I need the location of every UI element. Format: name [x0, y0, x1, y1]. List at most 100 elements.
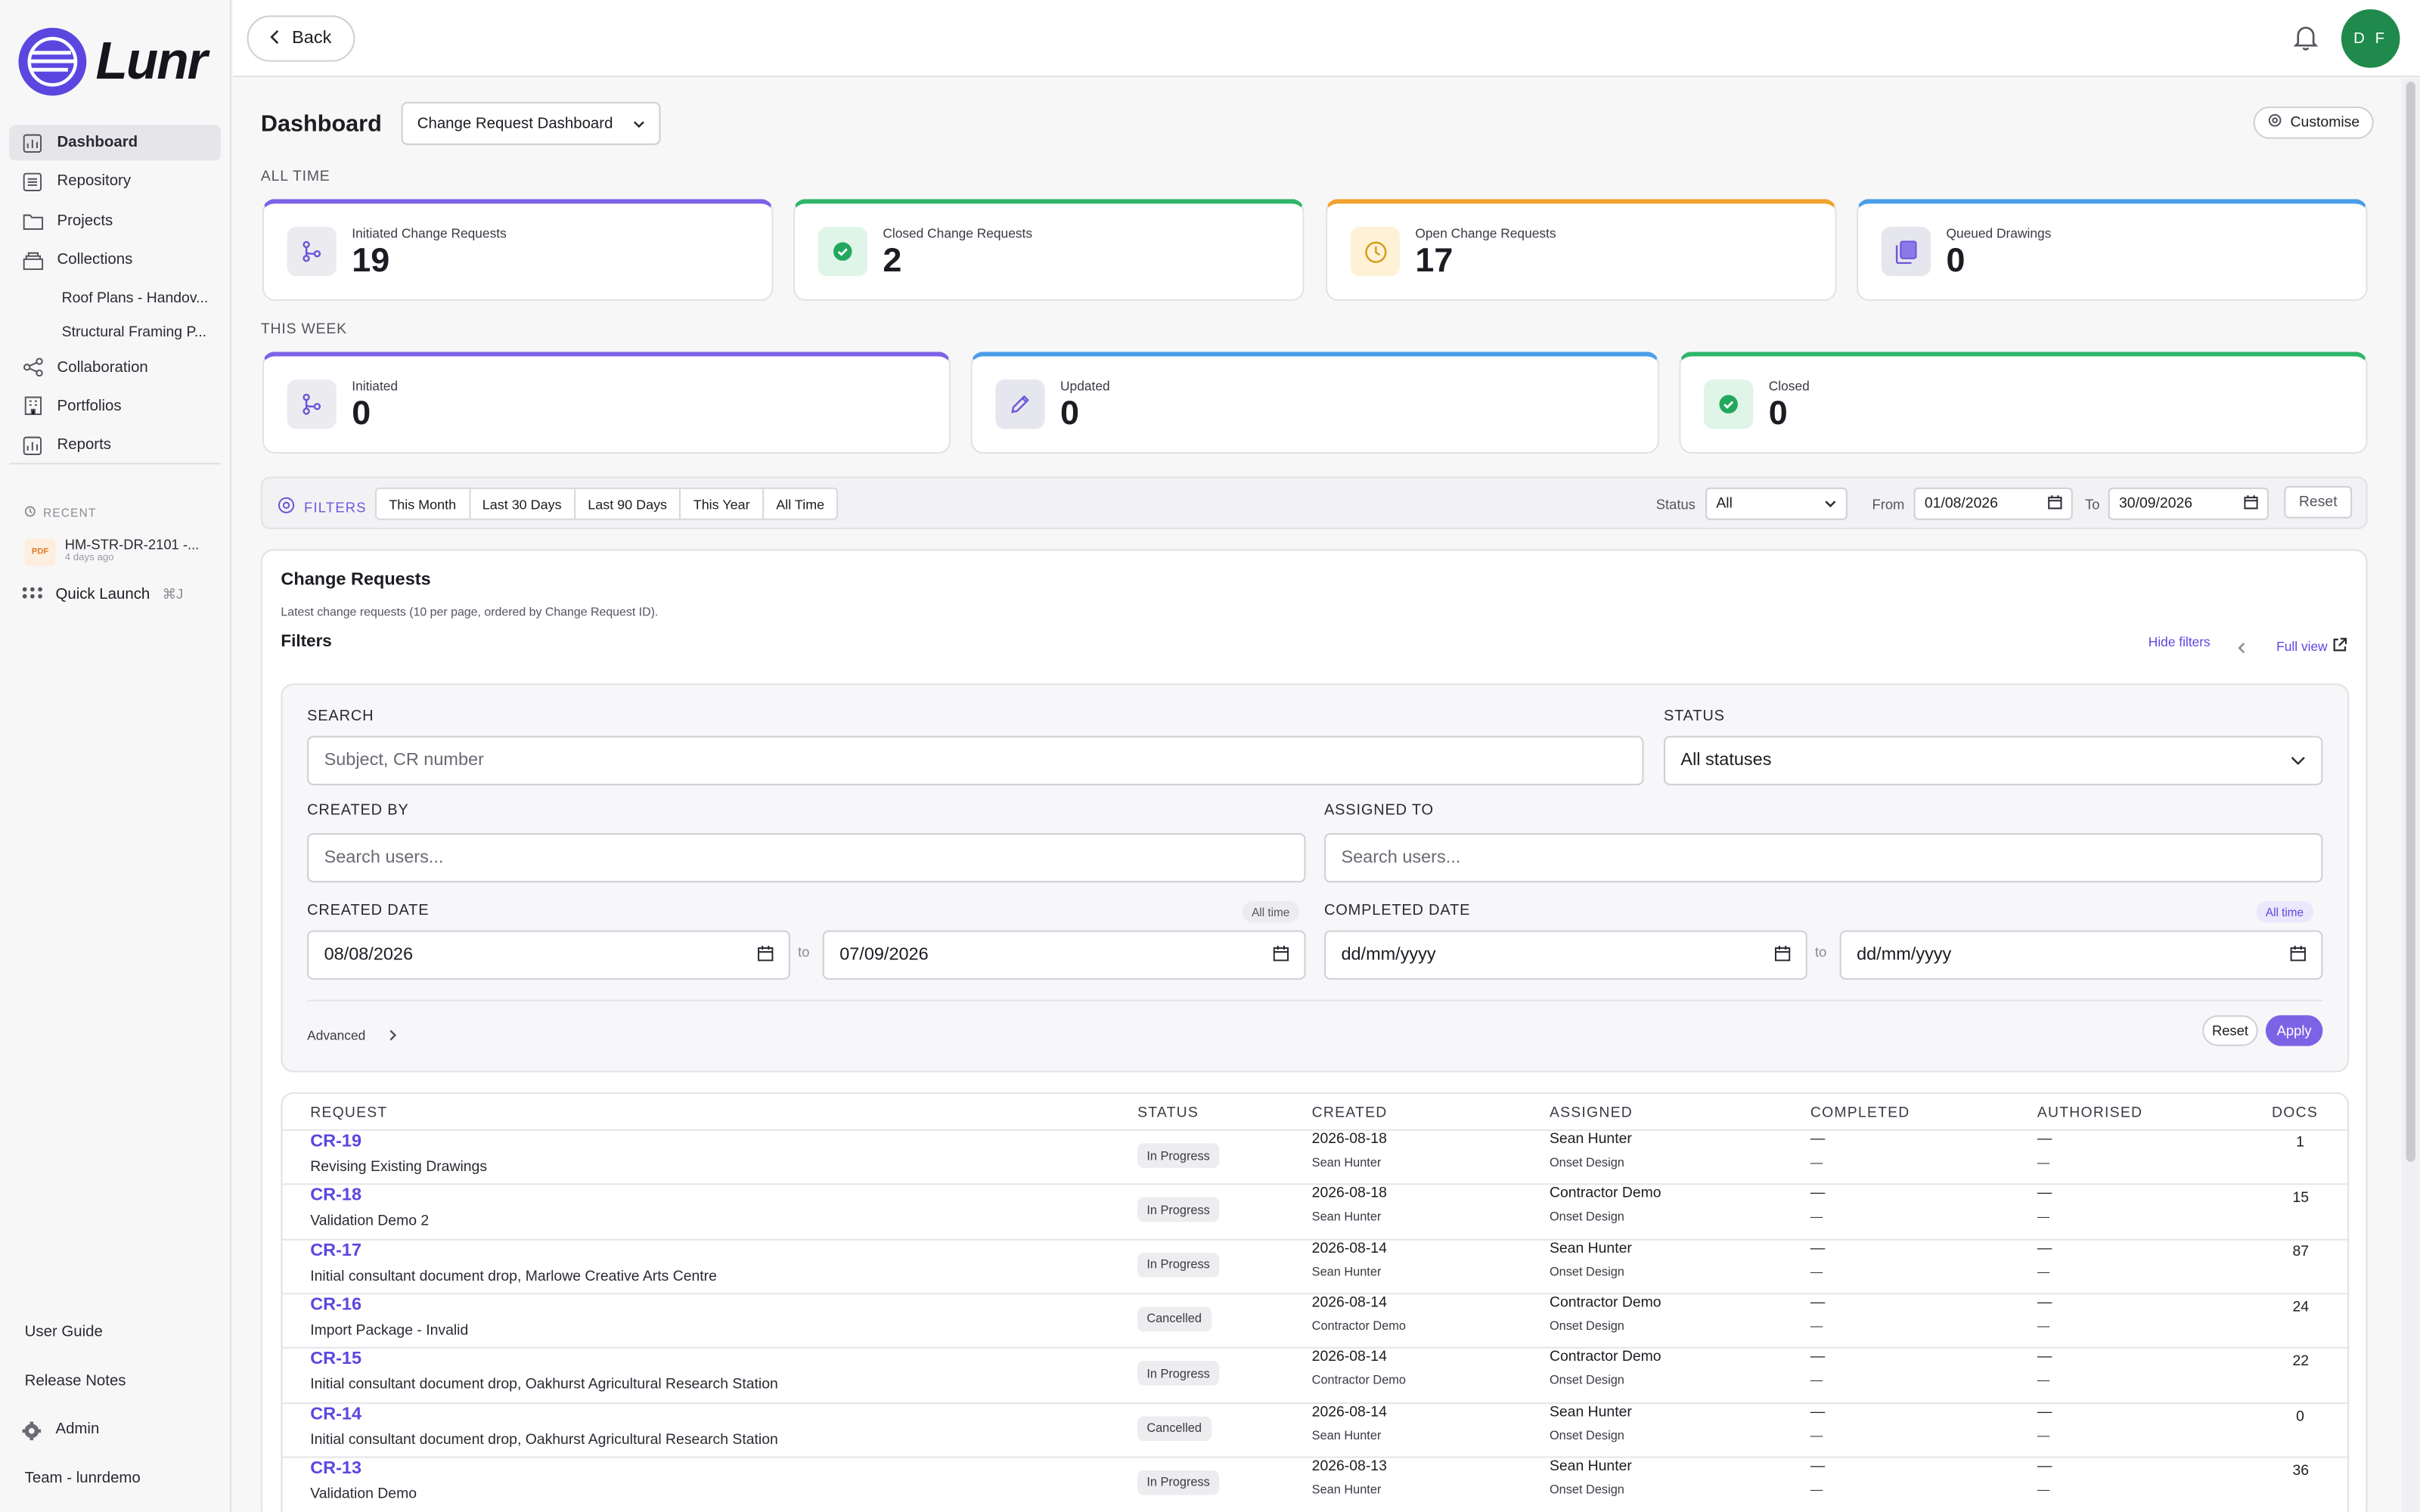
chevron-left-icon[interactable]: [2238, 634, 2245, 662]
page-scrollbar[interactable]: [2401, 79, 2420, 1512]
date-range-chips: This Month Last 30 Days Last 90 Days Thi…: [374, 487, 839, 520]
filter-icon: [278, 494, 295, 522]
documents-icon: [1881, 226, 1931, 277]
bell-icon[interactable]: [2293, 23, 2319, 59]
completed-value: —: [1810, 1458, 1826, 1475]
customise-button[interactable]: Customise: [2253, 106, 2374, 139]
created-from-date-input[interactable]: 08/08/2026: [307, 930, 790, 980]
table-row[interactable]: CR-15 Initial consultant document drop, …: [282, 1347, 2348, 1402]
to-date-value: 30/09/2026: [2119, 495, 2193, 513]
sidebar-item-portfolios[interactable]: Portfolios: [9, 389, 221, 424]
created-date: 2026-08-14: [1311, 1349, 1387, 1366]
chip-this-year[interactable]: This Year: [679, 487, 764, 520]
column-header-status[interactable]: STATUS: [1137, 1105, 1199, 1121]
completed-value: —: [1810, 1403, 1826, 1421]
column-header-assigned[interactable]: ASSIGNED: [1550, 1105, 1633, 1121]
sidebar-item-repository[interactable]: Repository: [9, 164, 221, 200]
created-date-all-time-pill[interactable]: All time: [1242, 900, 1299, 923]
branch-icon: [287, 226, 337, 277]
status-label: STATUS: [1663, 708, 1725, 726]
apply-button[interactable]: Apply: [2265, 1015, 2323, 1046]
chip-this-month[interactable]: This Month: [374, 487, 470, 520]
assigned-org: Onset Design: [1549, 1373, 1624, 1388]
reset-button[interactable]: Reset: [2202, 1015, 2258, 1046]
avatar[interactable]: D F: [2341, 9, 2400, 68]
request-id-link[interactable]: CR-15: [310, 1350, 361, 1368]
hide-filters-link[interactable]: Hide filters: [2149, 634, 2211, 649]
request-id-link[interactable]: CR-13: [310, 1459, 361, 1477]
search-input[interactable]: Subject, CR number: [307, 736, 1644, 785]
filters-label: FILTERS: [304, 500, 367, 516]
assigned-to-input[interactable]: Search users...: [1324, 833, 2323, 883]
collection-item-roof-plans[interactable]: Roof Plans - Handov...: [9, 282, 221, 316]
sidebar-item-collaboration[interactable]: Collaboration: [9, 349, 221, 385]
status-filter-select[interactable]: All: [1705, 487, 1848, 520]
completed-to-date-input[interactable]: dd/mm/yyyy: [1839, 930, 2323, 980]
collection-item-structural-framing[interactable]: Structural Framing P...: [9, 315, 221, 349]
created-to-date-input[interactable]: 07/09/2026: [822, 930, 1306, 980]
stat-value: 17: [1415, 240, 1454, 280]
request-id-link[interactable]: CR-16: [310, 1296, 361, 1314]
advanced-toggle[interactable]: Advanced: [307, 1021, 396, 1049]
chip-last-30-days[interactable]: Last 30 Days: [468, 487, 576, 520]
request-id-link[interactable]: CR-17: [310, 1241, 361, 1259]
table-row[interactable]: CR-14 Initial consultant document drop, …: [282, 1402, 2348, 1456]
clock-icon: [1350, 226, 1401, 277]
request-id-link[interactable]: CR-18: [310, 1187, 361, 1205]
lunr-logo-icon: [18, 27, 87, 96]
created-by-input[interactable]: Search users...: [307, 833, 1306, 883]
chevron-left-icon: [270, 29, 280, 49]
table-row[interactable]: CR-13 Validation Demo In Progress 2026-0…: [282, 1456, 2348, 1510]
completed-value: —: [1810, 1185, 1826, 1203]
team-label[interactable]: Team - lunrdemo: [25, 1470, 141, 1512]
admin-link[interactable]: Admin: [22, 1421, 141, 1470]
sidebar-item-collections[interactable]: Collections: [9, 243, 221, 278]
app-logo[interactable]: Lunr: [18, 27, 208, 96]
completed-from-date-input[interactable]: dd/mm/yyyy: [1324, 930, 1807, 980]
change-requests-panel: Change Requests Latest change requests (…: [260, 549, 2368, 1512]
created-by: Contractor Demo: [1311, 1373, 1407, 1388]
sidebar-item-reports[interactable]: Reports: [9, 428, 221, 463]
sidebar-item-label: Dashboard: [57, 134, 138, 151]
status-select[interactable]: All statuses: [1663, 736, 2323, 785]
completed-value: —: [1810, 1349, 1826, 1366]
column-header-authorised[interactable]: AUTHORISED: [2037, 1105, 2142, 1121]
column-header-created[interactable]: CREATED: [1312, 1105, 1388, 1121]
table-row[interactable]: CR-16 Import Package - Invalid Cancelled…: [282, 1292, 2348, 1347]
column-header-completed[interactable]: COMPLETED: [1810, 1105, 1910, 1121]
chip-all-time[interactable]: All Time: [762, 487, 839, 520]
column-header-docs[interactable]: DOCS: [2272, 1105, 2318, 1121]
sidebar-item-projects[interactable]: Projects: [9, 203, 221, 239]
full-view-link[interactable]: Full view: [2276, 633, 2347, 661]
release-notes-link[interactable]: Release Notes: [25, 1372, 141, 1421]
status-badge: In Progress: [1137, 1470, 1220, 1495]
back-button[interactable]: Back: [247, 15, 355, 62]
chip-last-90-days[interactable]: Last 90 Days: [573, 487, 681, 520]
docs-count: 24: [2292, 1299, 2310, 1316]
from-date-input[interactable]: 01/08/2026: [1913, 487, 2073, 520]
recent-item[interactable]: PDF HM-STR-DR-2101 -... 4 days ago: [24, 537, 199, 566]
created-date: 2026-08-13: [1311, 1458, 1387, 1475]
completed-date-all-time-pill[interactable]: All time: [2256, 900, 2313, 923]
request-id-link[interactable]: CR-19: [310, 1132, 361, 1151]
table-row[interactable]: CR-17 Initial consultant document drop, …: [282, 1238, 2348, 1293]
request-id-link[interactable]: CR-14: [310, 1405, 361, 1423]
quick-launch-button[interactable]: Quick Launch ⌘J: [22, 587, 184, 603]
completed-value: —: [1810, 1130, 1826, 1148]
reset-date-filters-button[interactable]: Reset: [2284, 485, 2353, 519]
assigned-user: Contractor Demo: [1549, 1349, 1661, 1366]
column-header-request[interactable]: REQUEST: [310, 1105, 387, 1121]
created-date: 2026-08-14: [1311, 1403, 1387, 1421]
table-row[interactable]: CR-19 Revising Existing Drawings In Prog…: [282, 1129, 2348, 1184]
scrollbar-thumb[interactable]: [2406, 82, 2415, 1162]
dashboard-select[interactable]: Change Request Dashboard: [402, 101, 662, 145]
sidebar-item-label: Collections: [57, 252, 133, 269]
created-to-value: 07/09/2026: [839, 946, 929, 965]
assigned-org: Onset Design: [1549, 1427, 1624, 1442]
completed-sub: —: [1810, 1373, 1823, 1388]
sidebar-item-dashboard[interactable]: Dashboard: [9, 125, 221, 161]
assigned-org: Onset Design: [1549, 1155, 1624, 1170]
to-date-input[interactable]: 30/09/2026: [2108, 487, 2269, 520]
user-guide-link[interactable]: User Guide: [25, 1324, 141, 1372]
table-row[interactable]: CR-18 Validation Demo 2 In Progress 2026…: [282, 1183, 2348, 1238]
